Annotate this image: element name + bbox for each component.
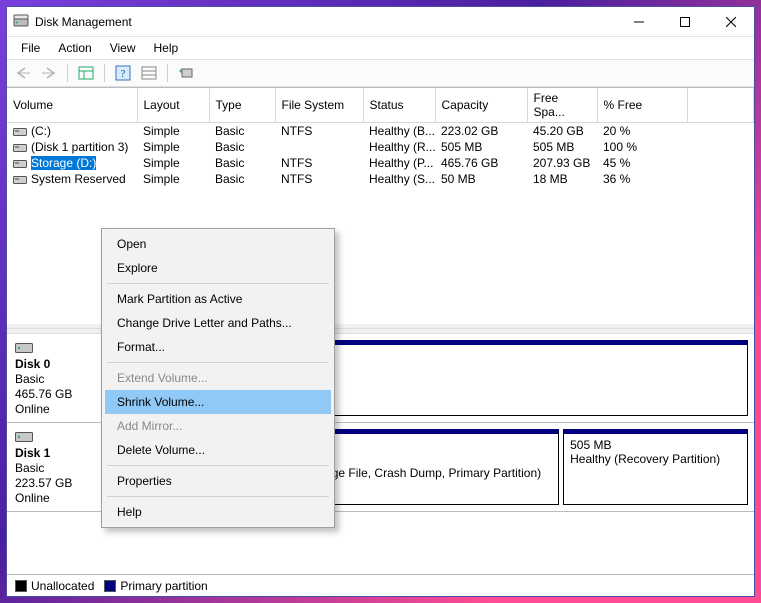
menu-separator (107, 283, 329, 284)
menu-separator (107, 496, 329, 497)
menu-item[interactable]: Change Drive Letter and Paths... (105, 311, 331, 335)
column-header[interactable]: Layout (137, 88, 209, 123)
close-button[interactable] (708, 7, 754, 37)
window-title: Disk Management (35, 15, 132, 29)
disk-status: Online (15, 402, 102, 416)
menu-item: Add Mirror... (105, 414, 331, 438)
volume-row[interactable]: (Disk 1 partition 3)SimpleBasicHealthy (… (7, 139, 754, 155)
legend-item: Unallocated (15, 579, 94, 593)
volume-row[interactable]: Storage (D:)SimpleBasicNTFSHealthy (P...… (7, 155, 754, 171)
legend-swatch (15, 580, 27, 592)
disk-type: Basic (15, 372, 102, 386)
menu-view[interactable]: View (102, 39, 144, 57)
disk-label-pane[interactable]: Disk 1Basic223.57 GBOnline (7, 423, 111, 511)
toolbar: ? (7, 59, 754, 87)
partition-status: Healthy (Recovery Partition) (570, 452, 741, 466)
help-button[interactable]: ? (111, 62, 135, 84)
menu-separator (107, 362, 329, 363)
drive-icon (13, 173, 27, 185)
legend-label: Unallocated (31, 579, 94, 593)
volume-table: VolumeLayoutTypeFile SystemStatusCapacit… (7, 88, 754, 187)
maximize-button[interactable] (662, 7, 708, 37)
volume-row[interactable]: (C:)SimpleBasicNTFSHealthy (B...223.02 G… (7, 123, 754, 140)
menu-separator (107, 465, 329, 466)
menu-item[interactable]: Shrink Volume... (105, 390, 331, 414)
properties-button[interactable] (137, 62, 161, 84)
toolbar-separator (67, 64, 68, 82)
disk-size: 465.76 GB (15, 387, 102, 401)
app-icon (13, 14, 29, 30)
column-header[interactable]: Status (363, 88, 435, 123)
menu-item[interactable]: Open (105, 232, 331, 256)
action-button[interactable] (174, 62, 198, 84)
toolbar-separator (104, 64, 105, 82)
menu-item[interactable]: Properties (105, 469, 331, 493)
column-header[interactable]: File System (275, 88, 363, 123)
show-hide-console-button[interactable] (74, 62, 98, 84)
drive-icon (13, 125, 27, 137)
partition-block[interactable]: 505 MBHealthy (Recovery Partition) (563, 429, 748, 505)
menu-item: Extend Volume... (105, 366, 331, 390)
column-header[interactable]: Volume (7, 88, 137, 123)
menu-item[interactable]: Delete Volume... (105, 438, 331, 462)
menu-file[interactable]: File (13, 39, 48, 57)
drive-icon (13, 157, 27, 169)
menu-item[interactable]: Help (105, 500, 331, 524)
menubar: File Action View Help (7, 37, 754, 59)
legend-label: Primary partition (120, 579, 207, 593)
legend-item: Primary partition (104, 579, 207, 593)
column-header[interactable]: Type (209, 88, 275, 123)
disk-type: Basic (15, 461, 102, 475)
back-button[interactable] (11, 62, 35, 84)
partition-size: 505 MB (570, 438, 741, 452)
window-controls (616, 7, 754, 37)
content-area: VolumeLayoutTypeFile SystemStatusCapacit… (7, 87, 754, 596)
menu-help[interactable]: Help (146, 39, 187, 57)
disk-icon (15, 340, 33, 354)
svg-text:?: ? (121, 68, 126, 80)
disk-size: 223.57 GB (15, 476, 102, 490)
forward-button[interactable] (37, 62, 61, 84)
volume-row[interactable]: System ReservedSimpleBasicNTFSHealthy (S… (7, 171, 754, 187)
column-header[interactable]: Capacity (435, 88, 527, 123)
disk-name: Disk 0 (15, 357, 102, 371)
menu-item[interactable]: Format... (105, 335, 331, 359)
column-header-filler (687, 88, 754, 123)
drive-icon (13, 141, 27, 153)
minimize-button[interactable] (616, 7, 662, 37)
menu-item[interactable]: Explore (105, 256, 331, 280)
legend-swatch (104, 580, 116, 592)
menu-item[interactable]: Mark Partition as Active (105, 287, 331, 311)
disk-icon (15, 429, 33, 443)
legend: Unallocated Primary partition (7, 574, 754, 596)
toolbar-separator (167, 64, 168, 82)
disk-label-pane[interactable]: Disk 0Basic465.76 GBOnline (7, 334, 111, 422)
titlebar: Disk Management (7, 7, 754, 37)
menu-action[interactable]: Action (50, 39, 99, 57)
column-header[interactable]: Free Spa... (527, 88, 597, 123)
table-header-row: VolumeLayoutTypeFile SystemStatusCapacit… (7, 88, 754, 123)
context-menu: OpenExplore Mark Partition as ActiveChang… (101, 228, 335, 528)
disk-name: Disk 1 (15, 446, 102, 460)
column-header[interactable]: % Free (597, 88, 687, 123)
app-window: Disk Management File Action View Help (6, 6, 755, 597)
disk-status: Online (15, 491, 102, 505)
